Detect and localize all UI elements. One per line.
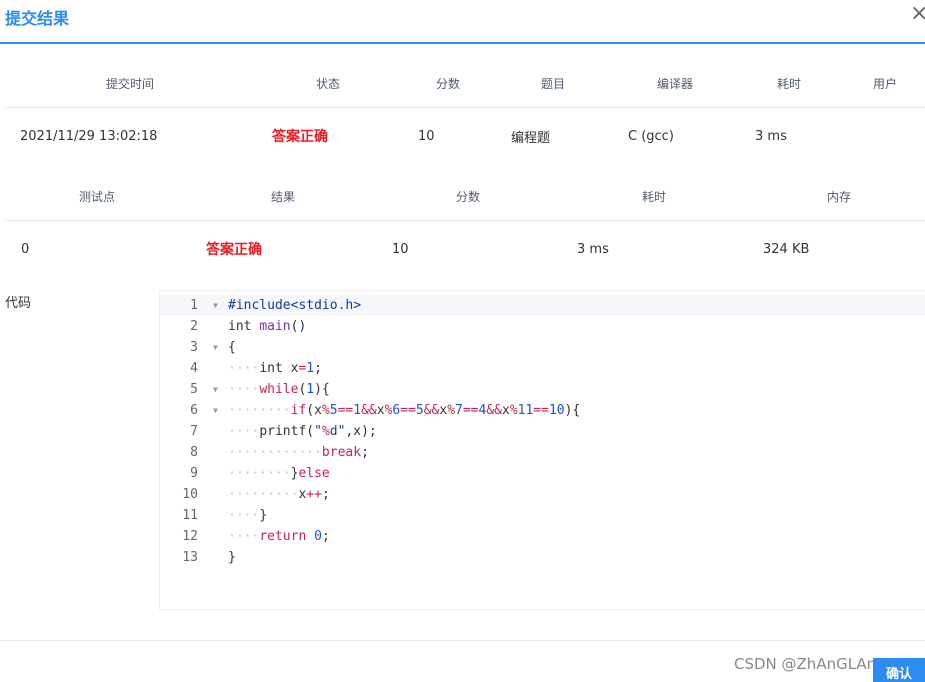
- line-number: 4: [190, 361, 198, 376]
- code-text: ····while(1){: [228, 382, 330, 397]
- code-text: ········if(x%5==1&&x%6==5&&x%7==4&&x%11=…: [228, 403, 581, 418]
- code-line[interactable]: 13}: [160, 547, 925, 568]
- code-line[interactable]: 3 ▼ {: [160, 337, 925, 358]
- dialog-header: 提交结果 ×: [0, 0, 925, 44]
- header-compiler: 编译器: [657, 77, 694, 91]
- code-text: ····int x=1;: [228, 361, 322, 376]
- line-number: 10: [182, 487, 198, 502]
- code-text: int main(): [228, 319, 307, 334]
- line-number: 1: [190, 298, 198, 313]
- line-number: 13: [182, 550, 198, 565]
- tc-score-value: 10: [392, 241, 409, 257]
- header-status: 状态: [316, 77, 341, 91]
- code-line[interactable]: 10 ·········x++;: [160, 484, 925, 505]
- line-number: 2: [190, 319, 198, 334]
- code-line[interactable]: 6 ▼ ········if(x%5==1&&x%6==5&&x%7==4&&x%1…: [160, 400, 925, 421]
- header-memory: 内存: [827, 190, 852, 204]
- code-text: }: [228, 550, 236, 565]
- code-line[interactable]: 12 ····return 0;: [160, 526, 925, 547]
- header-submit-time: 提交时间: [106, 77, 155, 91]
- line-number: 9: [190, 466, 198, 481]
- header-tc-duration: 耗时: [642, 190, 667, 204]
- line-number: 7: [190, 424, 198, 439]
- header-testcase: 测试点: [79, 190, 116, 204]
- code-line[interactable]: 1 ▼ #include<stdio.h>: [160, 295, 925, 316]
- code-text: ····return 0;: [228, 529, 330, 544]
- header-result: 结果: [271, 190, 296, 204]
- code-text: ····printf("%d",x);: [228, 424, 377, 439]
- footer-divider: [0, 640, 925, 641]
- code-line[interactable]: 8 ············break;: [160, 442, 925, 463]
- code-editor[interactable]: 1 ▼ #include<stdio.h> 2 int main() 3 ▼ {4 ····in…: [159, 290, 925, 610]
- code-text: ············break;: [228, 445, 369, 460]
- duration-value: 3 ms: [755, 128, 787, 144]
- line-number: 8: [190, 445, 198, 460]
- memory-value: 324 KB: [763, 241, 810, 257]
- fold-arrow-icon[interactable]: ▼: [213, 400, 218, 421]
- code-line[interactable]: 4 ····int x=1;: [160, 358, 925, 379]
- header-score: 分数: [436, 77, 461, 91]
- fold-arrow-icon[interactable]: ▼: [213, 295, 218, 316]
- line-number: 12: [182, 529, 198, 544]
- tc-duration-value: 3 ms: [577, 241, 609, 257]
- confirm-button[interactable]: 确认: [873, 658, 925, 682]
- line-number: 11: [182, 508, 198, 523]
- submit-time: 2021/11/29 13:02:18: [20, 128, 158, 144]
- code-label: 代码: [5, 296, 32, 311]
- line-number: 6: [190, 403, 198, 418]
- code-text: ····}: [228, 508, 268, 523]
- header-duration: 耗时: [777, 77, 802, 91]
- watermark: CSDN @ZhAnGLAnn-: [734, 655, 892, 673]
- code-line[interactable]: 9 ········}else: [160, 463, 925, 484]
- header-user: 用户: [873, 77, 898, 91]
- code-line[interactable]: 11 ····}: [160, 505, 925, 526]
- code-line[interactable]: 5 ▼ ····while(1){: [160, 379, 925, 400]
- problem-name: 编程题: [511, 130, 551, 146]
- code-lines[interactable]: 1 ▼ #include<stdio.h> 2 int main() 3 ▼ {4 ····in…: [160, 295, 925, 568]
- fold-arrow-icon[interactable]: ▼: [213, 379, 218, 400]
- testcase-row: 0 答案正确 10 3 ms 324 KB: [5, 221, 925, 277]
- code-text: ········}else: [228, 466, 330, 481]
- code-line[interactable]: 2 int main(): [160, 316, 925, 337]
- line-number: 5: [190, 382, 198, 397]
- code-line[interactable]: 7 ····printf("%d",x);: [160, 421, 925, 442]
- submission-table-header: 提交时间 状态 分数 题目 编译器 耗时 用户: [5, 60, 925, 108]
- line-number: 3: [190, 340, 198, 355]
- code-text: ·········x++;: [228, 487, 330, 502]
- close-icon[interactable]: ×: [910, 3, 925, 25]
- status-badge: 答案正确: [272, 129, 328, 145]
- code-text: #include<stdio.h>: [228, 298, 362, 313]
- fold-arrow-icon[interactable]: ▼: [213, 337, 218, 358]
- dialog-title: 提交结果: [5, 9, 70, 28]
- testcase-id: 0: [21, 241, 30, 257]
- submission-row: 2021/11/29 13:02:18 答案正确 10 编程题 C (gcc) …: [5, 108, 925, 164]
- header-tc-score: 分数: [456, 190, 481, 204]
- code-text: {: [228, 340, 236, 355]
- score-value: 10: [418, 128, 435, 144]
- compiler-name: C (gcc): [628, 128, 674, 144]
- header-problem: 题目: [541, 77, 566, 91]
- result-badge: 答案正确: [206, 242, 262, 258]
- testcase-table-header: 测试点 结果 分数 耗时 内存: [5, 173, 925, 221]
